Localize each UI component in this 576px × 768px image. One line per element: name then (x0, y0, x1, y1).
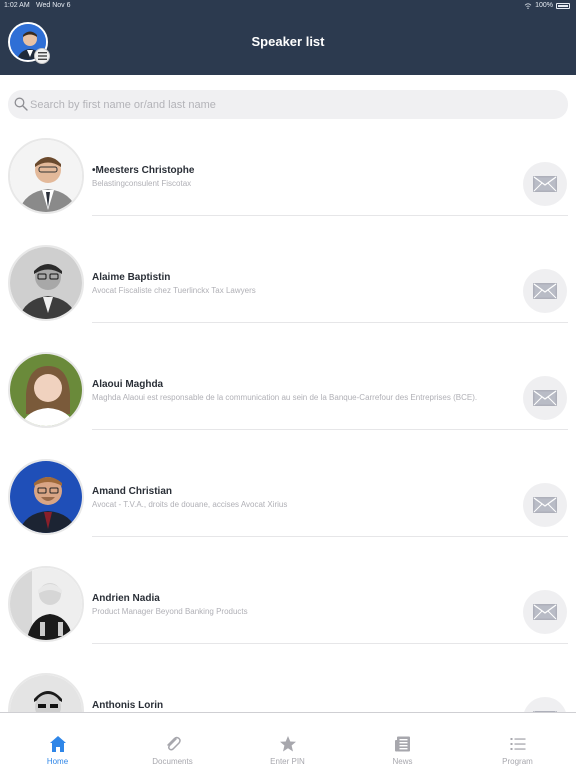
speaker-role: Avocat - T.V.A., droits de douane, accis… (92, 500, 288, 509)
tab-documents[interactable]: Documents (115, 713, 230, 768)
paperclip-icon (166, 736, 181, 751)
tab-enter-pin[interactable]: Enter PIN (230, 713, 345, 768)
star-icon (279, 736, 296, 752)
row-divider (92, 536, 568, 537)
page-title: Speaker list (251, 34, 325, 49)
mail-button[interactable] (523, 376, 567, 420)
status-right: 100% (524, 2, 570, 9)
tab-news[interactable]: News (345, 713, 460, 768)
speaker-name: Anthonis Lorin (92, 700, 164, 711)
speaker-row[interactable]: Alaime Baptistin Avocat Fiscaliste chez … (0, 227, 576, 334)
speaker-photo (8, 352, 84, 428)
speaker-photo (8, 566, 84, 642)
row-divider (92, 215, 568, 216)
mail-button[interactable] (523, 162, 567, 206)
search-bar[interactable] (8, 90, 568, 119)
search-input[interactable] (30, 90, 560, 119)
speaker-row[interactable]: Andrien Nadia Product Manager Beyond Ban… (0, 548, 576, 655)
tab-label: News (392, 757, 413, 766)
speaker-row[interactable]: Alaoui Maghda Maghda Alaoui est responsa… (0, 334, 576, 441)
speaker-role: Maghda Alaoui est responsable de la comm… (92, 393, 478, 402)
tab-bar: Home Documents Enter PIN News Program (0, 712, 576, 768)
mail-icon (533, 176, 557, 192)
mail-icon (533, 604, 557, 620)
wifi-icon (524, 2, 532, 9)
speaker-role: Belastingconsulent Fiscotax (92, 179, 192, 188)
mail-button[interactable] (523, 697, 567, 712)
speaker-list: •Meesters Christophe Belastingconsulent … (0, 120, 576, 712)
list-icon (510, 738, 525, 750)
speaker-photo (8, 673, 84, 712)
status-date: Wed Nov 6 (36, 2, 71, 9)
tab-program[interactable]: Program (460, 713, 575, 768)
status-bar: 1:02 AM Wed Nov 6 100% (0, 0, 576, 12)
mail-icon (533, 283, 557, 299)
speaker-row[interactable]: Amand Christian Avocat - T.V.A., droits … (0, 441, 576, 548)
mail-icon (533, 390, 557, 406)
status-time: 1:02 AM (4, 2, 30, 9)
tab-label: Enter PIN (270, 757, 305, 766)
speaker-name: •Meesters Christophe (92, 165, 195, 176)
battery-percent: 100% (535, 2, 553, 9)
home-icon (49, 736, 66, 752)
mail-button[interactable] (523, 590, 567, 634)
row-divider (92, 643, 568, 644)
speaker-photo (8, 245, 84, 321)
app-header: Speaker list (0, 12, 576, 75)
speaker-name: Alaoui Maghda (92, 379, 164, 390)
tab-label: Home (46, 757, 69, 766)
battery-icon (556, 2, 570, 9)
speaker-row[interactable]: Anthonis Lorin (0, 655, 576, 712)
speaker-role: Product Manager Beyond Banking Products (92, 607, 248, 616)
mail-button[interactable] (523, 483, 567, 527)
tab-label: Program (502, 757, 533, 766)
mail-icon (533, 497, 557, 513)
mail-button[interactable] (523, 269, 567, 313)
speaker-photo (8, 138, 84, 214)
app-screen: 1:02 AM Wed Nov 6 100% Speaker list Sear… (0, 0, 576, 768)
speaker-name: Alaime Baptistin (92, 272, 171, 283)
tab-label: Documents (152, 757, 193, 766)
row-divider (92, 429, 568, 430)
search-icon (14, 97, 28, 111)
speaker-name: Amand Christian (92, 486, 173, 497)
speaker-role: Avocat Fiscaliste chez Tuerlinckx Tax La… (92, 286, 256, 295)
speaker-photo (8, 459, 84, 535)
tab-home[interactable]: Home (0, 713, 115, 768)
newspaper-icon (394, 736, 410, 752)
speaker-name: Andrien Nadia (92, 593, 160, 604)
row-divider (92, 322, 568, 323)
speaker-row[interactable]: •Meesters Christophe Belastingconsulent … (0, 120, 576, 227)
menu-icon[interactable] (34, 48, 50, 64)
